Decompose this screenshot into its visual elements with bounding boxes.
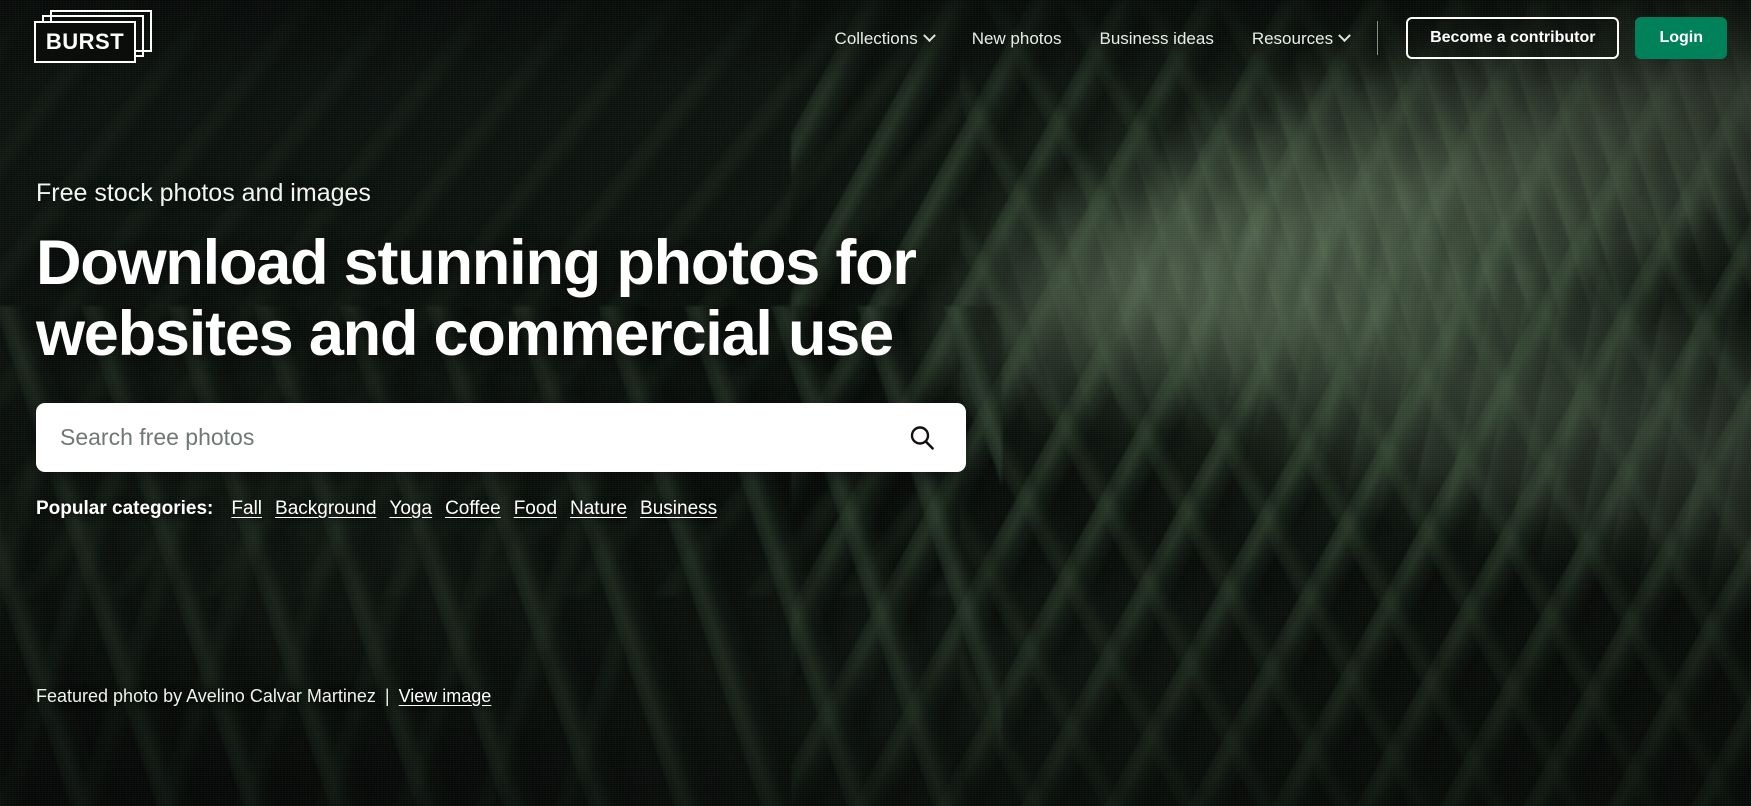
nav-item-collections[interactable]: Collections: [834, 28, 936, 48]
page-title: Download stunning photos for websites an…: [36, 228, 917, 369]
view-image-link[interactable]: View image: [399, 686, 492, 706]
burst-logo[interactable]: BURST: [34, 10, 152, 66]
login-button[interactable]: Login: [1635, 17, 1727, 59]
site-header: BURST Collections New photos Business id…: [0, 0, 1751, 76]
nav-item-business-ideas[interactable]: Business ideas: [1099, 30, 1213, 47]
main-navigation: Collections New photos Business ideas Re…: [834, 28, 1351, 48]
nav-label-resources: Resources: [1251, 28, 1334, 48]
nav-label-collections: Collections: [834, 28, 918, 48]
become-contributor-button[interactable]: Become a contributor: [1406, 17, 1620, 59]
search-submit-button[interactable]: [900, 416, 944, 460]
search-box[interactable]: [36, 403, 966, 473]
category-link-food[interactable]: Food: [514, 498, 557, 520]
burst-homepage: BURST Collections New photos Business id…: [0, 0, 1751, 806]
photo-credit-separator: |: [384, 685, 390, 706]
photo-credit: Featured photo by Avelino Calvar Martine…: [36, 685, 491, 708]
nav-label-new-photos: New photos: [971, 28, 1062, 48]
logo-frame-front: BURST: [34, 21, 136, 63]
photo-credit-text: Featured photo by Avelino Calvar Martine…: [36, 685, 376, 706]
category-link-yoga[interactable]: Yoga: [389, 498, 432, 520]
header-divider: [1377, 21, 1379, 55]
popular-categories-label: Popular categories:: [36, 498, 214, 520]
category-link-business[interactable]: Business: [640, 498, 717, 520]
search-row: [36, 403, 966, 473]
nav-label-business-ideas: Business ideas: [1099, 28, 1214, 48]
chevron-down-icon: [1338, 28, 1351, 42]
nav-item-resources[interactable]: Resources: [1251, 28, 1351, 48]
chevron-down-icon: [922, 28, 936, 42]
nav-item-new-photos[interactable]: New photos: [972, 30, 1062, 47]
hero-eyebrow: Free stock photos and images: [36, 179, 371, 207]
hero-section: Free stock photos and images Download st…: [36, 178, 1156, 520]
search-input[interactable]: [60, 424, 900, 452]
category-link-background[interactable]: Background: [275, 498, 376, 520]
popular-categories: Popular categories: Fall Background Yoga…: [36, 498, 1156, 520]
category-link-fall[interactable]: Fall: [231, 498, 262, 520]
logo-wordmark: BURST: [45, 29, 125, 54]
search-icon: [910, 425, 934, 450]
category-link-nature[interactable]: Nature: [570, 498, 627, 520]
category-link-coffee[interactable]: Coffee: [445, 498, 501, 520]
